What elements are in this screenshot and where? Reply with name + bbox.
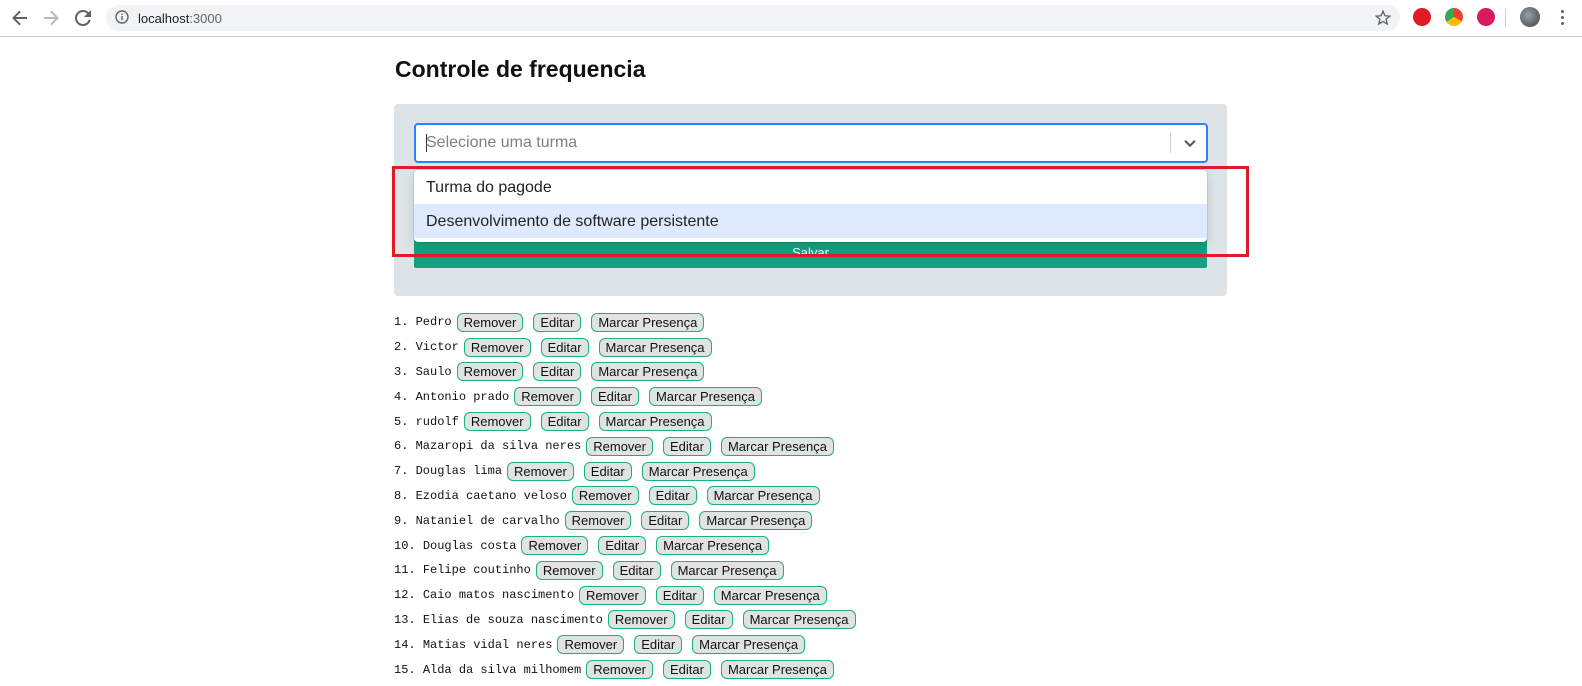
- info-icon[interactable]: [115, 10, 129, 24]
- student-label: 9. Nataniel de carvalho: [394, 513, 560, 528]
- bookmark-star-icon[interactable]: [1374, 9, 1392, 27]
- edit-button[interactable]: Editar: [533, 312, 582, 332]
- student-label: 7. Douglas lima: [394, 464, 503, 479]
- option-desenvolvimento-software[interactable]: Desenvolvimento de software persistente: [414, 204, 1207, 238]
- remove-button[interactable]: Remover: [571, 486, 639, 506]
- edit-button[interactable]: Editar: [590, 387, 639, 407]
- mark-attendance-button[interactable]: Marcar Presença: [641, 461, 755, 481]
- list-item: 4. Antonio prado Remover Editar Marcar Pres…: [394, 384, 866, 409]
- remove-button[interactable]: Remover: [557, 635, 625, 655]
- mark-attendance-button[interactable]: Marcar Presença: [670, 560, 784, 580]
- remove-button[interactable]: Remover: [521, 536, 589, 556]
- remove-button[interactable]: Remover: [607, 610, 675, 630]
- edit-button[interactable]: Editar: [583, 461, 632, 481]
- list-item: 2. Victor Remover Editar Marcar Presença: [394, 335, 866, 360]
- edit-button[interactable]: Editar: [641, 511, 690, 531]
- mark-attendance-button[interactable]: Marcar Presença: [656, 536, 770, 556]
- address-bar[interactable]: localhost:3000: [106, 5, 1400, 31]
- chevron-down-icon[interactable]: [1181, 134, 1199, 152]
- student-label: 2. Victor: [394, 340, 459, 355]
- student-label: 3. Saulo: [394, 364, 452, 379]
- list-item: 7. Douglas lima Remover Editar Marcar Prese…: [394, 459, 866, 484]
- reload-icon[interactable]: [71, 6, 95, 30]
- edit-button[interactable]: Editar: [612, 560, 661, 580]
- student-label: 6. Mazaropi da silva neres: [394, 439, 582, 454]
- student-label: 4. Antonio prado: [394, 389, 510, 404]
- edit-button[interactable]: Editar: [648, 486, 697, 506]
- option-turma-do-pagode[interactable]: Turma do pagode: [414, 170, 1207, 204]
- mark-attendance-button[interactable]: Marcar Presença: [720, 436, 834, 456]
- power-extension-icon[interactable]: [1477, 8, 1495, 26]
- student-label: 12. Caio matos nascimento: [394, 588, 575, 603]
- edit-button[interactable]: Editar: [663, 436, 711, 456]
- edit-button[interactable]: Editar: [540, 412, 589, 432]
- url-text: localhost:3000: [138, 11, 222, 26]
- edit-button[interactable]: Editar: [634, 635, 683, 655]
- edit-button[interactable]: Editar: [655, 585, 704, 605]
- student-label: 13. Elias de souza nascimento: [394, 612, 603, 627]
- list-item: 10. Douglas costa Remover Editar Marcar Pre…: [394, 533, 866, 558]
- mark-attendance-button[interactable]: Marcar Presença: [706, 486, 820, 506]
- remove-button[interactable]: Remover: [514, 387, 581, 407]
- mark-attendance-button[interactable]: Marcar Presença: [699, 511, 813, 531]
- student-label: 1. Pedro: [394, 315, 452, 330]
- class-dropdown-menu: Turma do pagode Desenvolvimento de softw…: [414, 170, 1207, 242]
- select-placeholder: Selecione uma turma: [426, 134, 578, 151]
- edit-button[interactable]: Editar: [533, 362, 582, 382]
- list-item: 13. Elias de souza nascimento Remover Edit…: [394, 608, 866, 633]
- student-label: 15. Alda da silva milhomem: [394, 662, 582, 677]
- mark-attendance-button[interactable]: Marcar Presença: [648, 387, 762, 407]
- mark-attendance-button[interactable]: Marcar Presença: [713, 585, 827, 605]
- remove-button[interactable]: Remover: [456, 312, 524, 332]
- back-arrow-icon[interactable]: [8, 6, 32, 30]
- student-label: 8. Ezodia caetano veloso: [394, 488, 567, 503]
- list-item: 5. rudolf Remover Editar Marcar Presença: [394, 409, 866, 434]
- mark-attendance-button[interactable]: Marcar Presença: [720, 660, 834, 680]
- list-item: 11. Felipe coutinho Remover Editar Marcar P…: [394, 558, 866, 583]
- remove-button[interactable]: Remover: [507, 461, 574, 481]
- list-item: 12. Caio matos nascimento Remover Editar Ma…: [394, 583, 866, 608]
- remove-button[interactable]: Remover: [564, 511, 632, 531]
- remove-button[interactable]: Remover: [456, 362, 524, 382]
- adblock-extension-icon[interactable]: [1413, 8, 1431, 26]
- remove-button[interactable]: Remover: [463, 412, 531, 432]
- list-item: 14. Matias vidal neres Remover Editar Marca…: [394, 632, 866, 657]
- profile-avatar[interactable]: [1520, 7, 1540, 27]
- list-item: 8. Ezodia caetano veloso Remover Editar Mar…: [394, 484, 866, 509]
- student-label: 10. Douglas costa: [394, 538, 517, 553]
- list-item: 15. Alda da silva milhomem Remover Editar M…: [394, 657, 866, 682]
- mark-attendance-button[interactable]: Marcar Presença: [692, 635, 806, 655]
- color-extension-icon[interactable]: [1445, 8, 1463, 26]
- remove-button[interactable]: Remover: [586, 660, 653, 680]
- list-item: 9. Nataniel de carvalho Remover Editar Marc…: [394, 508, 866, 533]
- mark-attendance-button[interactable]: Marcar Presença: [598, 337, 712, 357]
- browser-toolbar: localhost:3000: [0, 0, 1582, 37]
- remove-button[interactable]: Remover: [579, 585, 646, 605]
- class-select[interactable]: Selecione uma turma: [414, 123, 1208, 163]
- mark-attendance-button[interactable]: Marcar Presença: [591, 312, 705, 332]
- list-item: 6. Mazaropi da silva neres Remover Editar M…: [394, 434, 866, 459]
- remove-button[interactable]: Remover: [535, 560, 603, 580]
- mark-attendance-button[interactable]: Marcar Presença: [591, 362, 705, 382]
- mark-attendance-button[interactable]: Marcar Presença: [742, 610, 856, 630]
- student-label: 14. Matias vidal neres: [394, 637, 553, 652]
- list-item: 3. Saulo Remover Editar Marcar Presença: [394, 360, 866, 385]
- mark-attendance-button[interactable]: Marcar Presença: [598, 412, 712, 432]
- forward-arrow-icon[interactable]: [39, 6, 63, 30]
- toolbar-divider: [1505, 9, 1506, 27]
- edit-button[interactable]: Editar: [598, 536, 647, 556]
- remove-button[interactable]: Remover: [586, 436, 653, 456]
- edit-button[interactable]: Editar: [540, 337, 589, 357]
- student-label: 11. Felipe coutinho: [394, 563, 531, 578]
- student-label: 5. rudolf: [394, 414, 459, 429]
- page-title: Controle de frequencia: [395, 56, 646, 82]
- select-separator: [1170, 133, 1171, 153]
- remove-button[interactable]: Remover: [463, 337, 531, 357]
- kebab-menu-icon[interactable]: [1561, 10, 1565, 26]
- edit-button[interactable]: Editar: [684, 610, 733, 630]
- list-item: 1. Pedro Remover Editar Marcar Presença: [394, 310, 866, 335]
- student-list: 1. Pedro Remover Editar Marcar Presença 2. V…: [394, 310, 866, 682]
- edit-button[interactable]: Editar: [663, 660, 711, 680]
